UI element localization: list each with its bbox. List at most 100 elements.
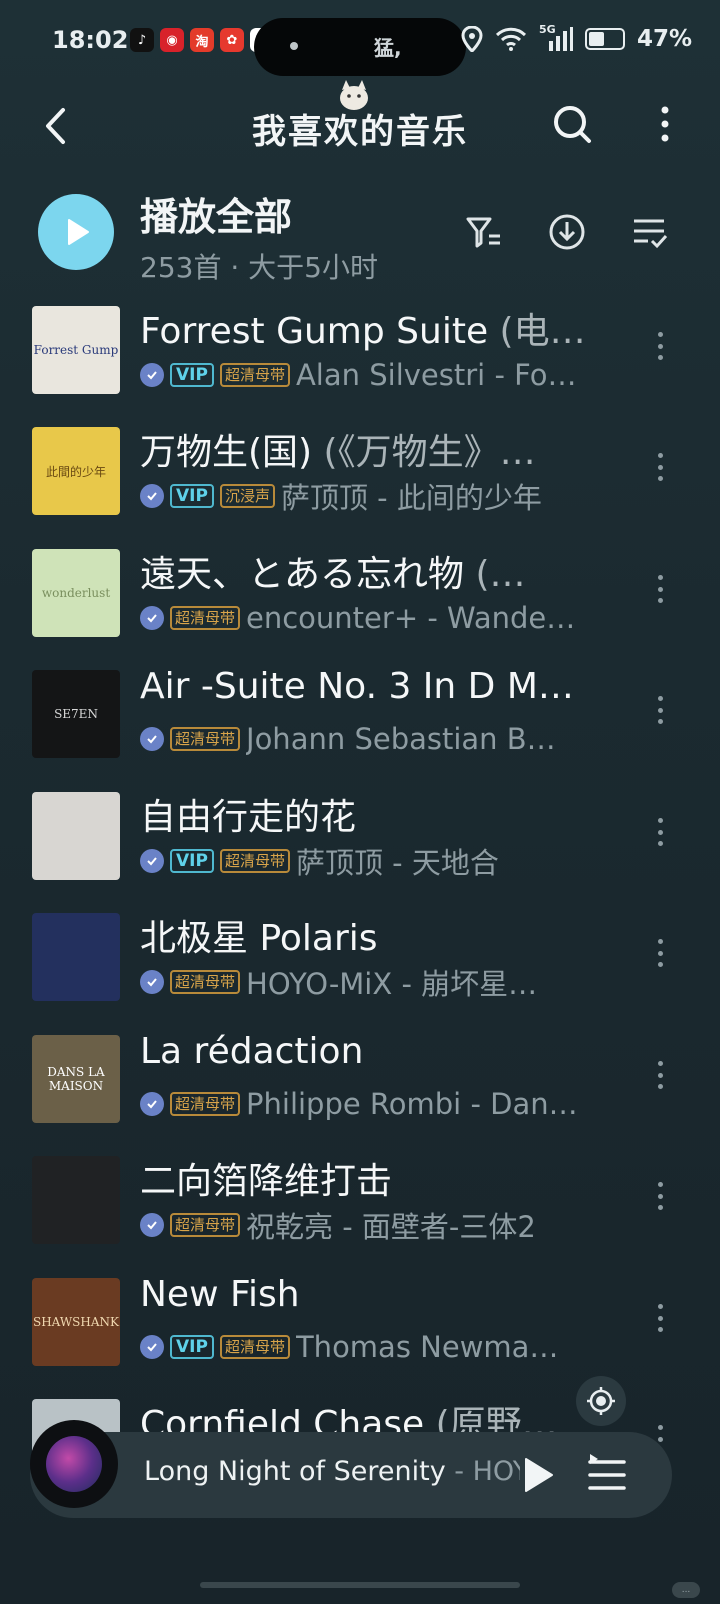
cover-text: SE7EN [54, 707, 98, 721]
song-artist: 萨顶顶 - 此间的少年 [280, 481, 542, 513]
song-meta: 超清母带 HOYO-MiX - 崩坏星… [140, 965, 580, 999]
filter-icon[interactable] [464, 212, 504, 252]
song-row[interactable]: SE7EN Air -Suite No. 3 In D Majo… 超清母带 Joha… [0, 660, 720, 781]
quality-badge: 超清母带 [170, 1092, 241, 1116]
song-row[interactable]: 二向箔降维打击超清母带 祝乾亮 - 面壁者-三体2 [0, 1146, 720, 1267]
cover-text: DANS LA MAISON [47, 1065, 105, 1093]
song-meta: 超清母带 祝乾亮 - 面壁者-三体2 [140, 1208, 580, 1242]
location-icon [461, 26, 483, 52]
app-icon: ✿ [220, 28, 244, 52]
status-time: 18:02 [52, 26, 129, 54]
play-pause-button[interactable] [512, 1450, 562, 1500]
cellular-signal-icon: 5G [539, 23, 573, 51]
song-row[interactable]: 自由行走的花 VIP 超清母带 萨顶顶 - 天地合 [0, 782, 720, 903]
song-title[interactable]: 万物生(国) (《万物生》… [140, 423, 590, 475]
song-title-main: 北极星 Polaris [140, 918, 378, 959]
song-more-icon[interactable] [648, 326, 672, 366]
battery-icon [584, 28, 625, 50]
song-row[interactable]: 北极星 Polaris 超清母带 HOYO-MiX - 崩坏星… [0, 903, 720, 1024]
song-artist: Philippe Rombi - Dan… [246, 1087, 578, 1121]
quality-badge: 超清母带 [219, 363, 290, 387]
locate-icon [587, 1387, 615, 1415]
quality-badge: 超清母带 [219, 1335, 290, 1359]
song-meta: VIP 沉浸声 萨顶顶 - 此间的少年 [140, 479, 580, 513]
song-row[interactable]: DANS LA MAISON La rédaction 超清母带 Philippe R… [0, 1025, 720, 1146]
song-title[interactable]: 遠天、とある忘れ物 (… [140, 545, 590, 597]
status-indicators: 5G 47% [461, 23, 692, 52]
quality-badge: 超清母带 [170, 970, 241, 994]
now-playing-text[interactable]: Long Night of Serenity - HOYO [144, 1456, 520, 1487]
song-artist: HOYO-MiX - 崩坏星… [246, 967, 538, 999]
song-row[interactable]: 此間的少年 万物生(国) (《万物生》… VIP 沉浸声 萨顶顶 - 此间的少年 [0, 417, 720, 538]
play-all-button[interactable] [38, 194, 114, 270]
song-more-icon[interactable] [648, 812, 672, 852]
play-icon [68, 219, 89, 245]
verified-check-icon [140, 363, 164, 387]
song-title[interactable]: 北极星 Polaris [140, 909, 590, 961]
download-icon[interactable] [547, 212, 587, 252]
song-artist: 萨顶顶 - 天地合 [295, 846, 499, 878]
cover-text: Forrest Gump [33, 343, 119, 357]
cover-text: wonderlust [41, 586, 111, 600]
song-more-icon[interactable] [648, 933, 672, 973]
song-meta: VIP 超清母带 萨顶顶 - 天地合 [140, 844, 580, 878]
song-more-icon[interactable] [648, 569, 672, 609]
song-title[interactable]: 二向箔降维打击 [140, 1152, 590, 1204]
cover-text: 此間的少年 [45, 464, 106, 479]
song-row[interactable]: SHAWSHANK New Fish VIP 超清母带 Thomas Newma… [0, 1268, 720, 1389]
multi-select-icon[interactable] [630, 212, 670, 252]
vip-badge: VIP [170, 849, 214, 873]
song-title[interactable]: Forrest Gump Suite (电… [140, 302, 590, 354]
vip-badge: VIP [170, 484, 214, 508]
camera-dot [290, 42, 298, 50]
verified-check-icon [140, 970, 164, 994]
song-meta: VIP 超清母带 Alan Silvestri - Fo… [140, 358, 580, 392]
now-playing-title: Long Night of Serenity [144, 1456, 446, 1487]
song-more-icon[interactable] [648, 1176, 672, 1216]
song-title-main: Forrest Gump Suite [140, 311, 489, 352]
album-cover [32, 792, 120, 880]
page-title: 我喜欢的音乐 [252, 112, 468, 152]
song-meta: 超清母带 encounter+ - Wander… [140, 601, 580, 635]
verified-check-icon [140, 484, 164, 508]
song-more-icon[interactable] [648, 447, 672, 487]
song-title-main: 万物生(国) [140, 432, 313, 473]
verified-check-icon [140, 1092, 164, 1116]
play-all-bar: 播放全部 253首 · 大于5小时 [0, 180, 720, 290]
home-indicator[interactable] [200, 1582, 520, 1588]
song-artist: Johann Sebastian B… [246, 722, 556, 756]
song-artist: 祝乾亮 - 面壁者-三体2 [246, 1210, 536, 1242]
song-row[interactable]: Forrest Gump Forrest Gump Suite (电… VIP 超清母… [0, 296, 720, 417]
playlist-queue-icon[interactable] [584, 1452, 630, 1498]
vip-badge: VIP [170, 363, 214, 387]
song-more-icon[interactable] [648, 690, 672, 730]
song-title-main: 自由行走的花 [140, 797, 357, 838]
song-title[interactable]: 自由行走的花 [140, 788, 590, 840]
notification-icons: ♪ ◉ 淘 ✿ 贴 [130, 28, 274, 52]
song-more-icon[interactable] [648, 1298, 672, 1338]
search-icon[interactable] [550, 102, 594, 146]
quality-badge: 沉浸声 [219, 484, 275, 508]
quality-badge: 超清母带 [219, 849, 290, 873]
album-cover [32, 913, 120, 1001]
now-playing-cover[interactable] [30, 1420, 118, 1508]
play-all-label[interactable]: 播放全部 [140, 186, 292, 241]
song-row[interactable]: wonderlust 遠天、とある忘れ物 (… 超清母带 encounter+ - W… [0, 539, 720, 660]
more-options-icon[interactable] [650, 102, 680, 146]
song-title[interactable]: New Fish [140, 1274, 590, 1315]
wifi-icon [495, 27, 526, 51]
taobao-icon: 淘 [190, 28, 214, 52]
song-title-main: 遠天、とある忘れ物 [140, 554, 465, 595]
song-title[interactable]: La rédaction [140, 1031, 590, 1072]
quality-badge: 超清母带 [170, 727, 241, 751]
song-title-extra: (电… [488, 311, 586, 352]
song-more-icon[interactable] [648, 1055, 672, 1095]
dynamic-island: 猛, [254, 18, 466, 76]
app-icon: ◉ [160, 28, 184, 52]
mini-player[interactable]: Long Night of Serenity - HOYO [30, 1432, 672, 1518]
album-cover: DANS LA MAISON [32, 1035, 120, 1123]
song-meta: 超清母带 Philippe Rombi - Dan… [140, 1087, 580, 1121]
cover-text: SHAWSHANK [32, 1315, 119, 1329]
locate-current-button[interactable] [576, 1376, 626, 1426]
song-title[interactable]: Air -Suite No. 3 In D Majo… [140, 666, 590, 707]
